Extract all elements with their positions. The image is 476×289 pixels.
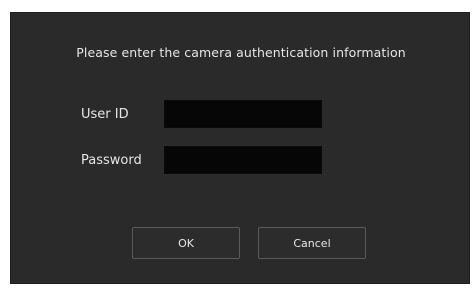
ok-button[interactable]: OK <box>132 227 240 259</box>
cancel-button[interactable]: Cancel <box>258 227 366 259</box>
dialog-title: Please enter the camera authentication i… <box>76 45 406 60</box>
password-label: Password <box>81 153 142 168</box>
user-id-input[interactable] <box>164 100 322 128</box>
user-id-label: User ID <box>81 107 129 122</box>
auth-dialog: Please enter the camera authentication i… <box>10 12 470 284</box>
password-input[interactable] <box>164 146 322 174</box>
